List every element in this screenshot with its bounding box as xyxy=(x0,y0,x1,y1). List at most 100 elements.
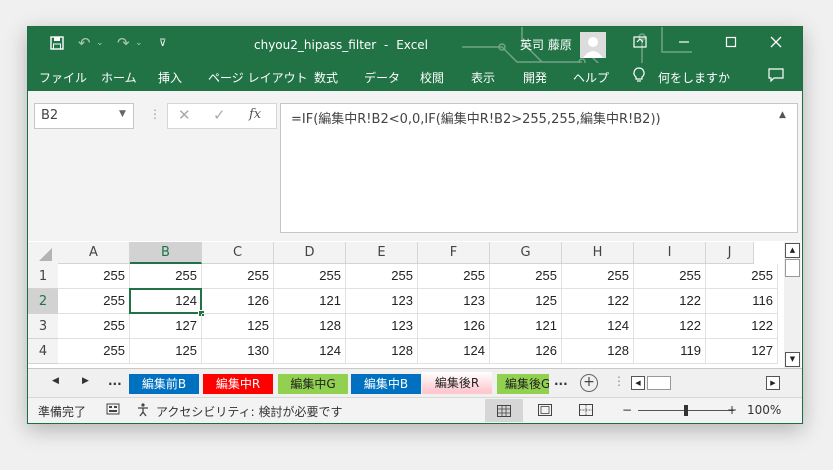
column-header-j[interactable]: J xyxy=(706,242,754,264)
page-break-preview-icon[interactable] xyxy=(579,404,593,419)
view-normal-button[interactable] xyxy=(485,399,523,422)
tab-review[interactable]: 校閲 xyxy=(420,69,444,86)
column-header-i[interactable]: I xyxy=(634,242,706,264)
tab-view[interactable]: 表示 xyxy=(471,69,495,86)
sheet-tab-3[interactable]: 編集中G xyxy=(278,374,348,394)
page-layout-view-icon[interactable] xyxy=(538,404,552,419)
column-header-f[interactable]: F xyxy=(418,242,490,264)
cell-f1[interactable]: 255 xyxy=(418,264,490,289)
accessibility-icon[interactable] xyxy=(136,402,152,421)
zoom-level[interactable]: 100% xyxy=(747,403,781,417)
name-box[interactable]: B2 ▼ xyxy=(34,103,134,129)
column-header-a[interactable]: A xyxy=(58,242,130,264)
cell-j1[interactable]: 255 xyxy=(706,264,778,289)
cell-b4[interactable]: 125 xyxy=(130,339,202,364)
scroll-down-icon[interactable]: ▼ xyxy=(785,352,800,367)
cell-i4[interactable]: 119 xyxy=(634,339,706,364)
zoom-slider[interactable] xyxy=(638,405,734,416)
column-header-e[interactable]: E xyxy=(346,242,418,264)
cell-a3[interactable]: 255 xyxy=(58,314,130,339)
cell-f2[interactable]: 123 xyxy=(418,289,490,314)
sheet-tab-6[interactable]: 編集後G xyxy=(497,374,549,394)
column-header-d[interactable]: D xyxy=(274,242,346,264)
column-header-g[interactable]: G xyxy=(490,242,562,264)
horizontal-scrollbar[interactable]: ◀ ▶ xyxy=(631,376,780,390)
redo-dropdown-icon[interactable]: ⌄ xyxy=(135,35,143,51)
row-header-4[interactable]: 4 xyxy=(28,339,58,364)
user-name[interactable]: 英司 藤原 xyxy=(520,37,572,53)
redo-icon[interactable]: ↷ xyxy=(117,35,130,51)
close-icon[interactable] xyxy=(770,36,782,52)
cell-e1[interactable]: 255 xyxy=(346,264,418,289)
tab-file[interactable]: ファイル xyxy=(39,69,87,86)
formula-collapse-icon[interactable]: ▲ xyxy=(779,110,786,120)
save-icon[interactable] xyxy=(50,36,64,54)
row-header-2[interactable]: 2 xyxy=(28,289,58,314)
formula-input[interactable]: =IF(編集中R!B2<0,0,IF(編集中R!B2>255,255,編集中R!… xyxy=(280,103,798,233)
macro-record-icon[interactable] xyxy=(106,402,120,419)
cell-e2[interactable]: 123 xyxy=(346,289,418,314)
tab-insert[interactable]: 挿入 xyxy=(158,69,182,86)
scroll-thumb[interactable] xyxy=(785,259,800,277)
new-sheet-button[interactable]: + xyxy=(580,374,598,392)
cell-j4[interactable]: 127 xyxy=(706,339,778,364)
cell-c3[interactable]: 125 xyxy=(202,314,274,339)
row-header-3[interactable]: 3 xyxy=(28,314,58,339)
sheet-tab-4[interactable]: 編集中B xyxy=(351,374,421,394)
more-sheets-left-button[interactable]: ... xyxy=(108,374,122,388)
cancel-icon[interactable]: ✕ xyxy=(178,106,191,124)
name-box-dropdown-icon[interactable]: ▼ xyxy=(119,109,126,119)
cell-i2[interactable]: 122 xyxy=(634,289,706,314)
tab-page-layout[interactable]: ページ レイアウト xyxy=(208,69,308,86)
column-header-h[interactable]: H xyxy=(562,242,634,264)
cell-h2[interactable]: 122 xyxy=(562,289,634,314)
scroll-tabs-left-icon[interactable]: ◀ xyxy=(52,376,59,386)
cell-f4[interactable]: 124 xyxy=(418,339,490,364)
customize-toolbar-icon[interactable]: ⊽ xyxy=(159,36,166,52)
vertical-scrollbar[interactable]: ▲ ▼ xyxy=(784,242,801,368)
sheet-tab-5[interactable]: 編集後R xyxy=(422,372,492,394)
formula-bar-grip-icon[interactable]: ⋮ xyxy=(149,107,161,121)
accessibility-status[interactable]: アクセシビリティ: 検討が必要です xyxy=(156,403,343,420)
hscroll-thumb[interactable] xyxy=(647,376,671,390)
cell-i1[interactable]: 255 xyxy=(634,264,706,289)
insert-function-icon[interactable]: fx xyxy=(249,107,261,122)
ribbon-display-options-icon[interactable] xyxy=(633,36,647,52)
cell-h1[interactable]: 255 xyxy=(562,264,634,289)
cell-a2[interactable]: 255 xyxy=(58,289,130,314)
cell-a4[interactable]: 255 xyxy=(58,339,130,364)
cell-h4[interactable]: 128 xyxy=(562,339,634,364)
cell-j3[interactable]: 122 xyxy=(706,314,778,339)
more-sheets-right-button[interactable]: ... xyxy=(554,374,568,388)
cell-b1[interactable]: 255 xyxy=(130,264,202,289)
sheet-tab-1[interactable]: 編集前B xyxy=(129,374,199,394)
cell-h3[interactable]: 124 xyxy=(562,314,634,339)
cell-f3[interactable]: 126 xyxy=(418,314,490,339)
cell-c1[interactable]: 255 xyxy=(202,264,274,289)
lightbulb-icon[interactable] xyxy=(633,67,645,86)
tab-formulas[interactable]: 数式 xyxy=(314,69,338,86)
tab-developer[interactable]: 開発 xyxy=(523,69,547,86)
scroll-tabs-right-icon[interactable]: ▶ xyxy=(82,376,89,386)
hscroll-left-icon[interactable]: ◀ xyxy=(631,376,645,390)
cell-c2[interactable]: 126 xyxy=(202,289,274,314)
row-header-1[interactable]: 1 xyxy=(28,264,58,289)
cell-b2[interactable]: 124 xyxy=(129,288,202,314)
tab-help[interactable]: ヘルプ xyxy=(573,69,609,86)
undo-dropdown-icon[interactable]: ⌄ xyxy=(96,35,104,51)
column-header-c[interactable]: C xyxy=(202,242,274,264)
spreadsheet-grid[interactable]: ▲ ▼ A B C D E F G H I J 1 255 255 255 255 255 255 255 255 2… xyxy=(28,242,802,368)
scroll-up-icon[interactable]: ▲ xyxy=(785,243,800,258)
tab-home[interactable]: ホーム xyxy=(101,69,137,86)
zoom-slider-thumb[interactable] xyxy=(684,405,688,416)
undo-icon[interactable]: ↶ xyxy=(78,35,91,51)
cell-d2[interactable]: 121 xyxy=(274,289,346,314)
minimize-icon[interactable] xyxy=(678,36,690,52)
cell-g3[interactable]: 121 xyxy=(490,314,562,339)
column-header-b[interactable]: B xyxy=(130,242,202,264)
cell-i3[interactable]: 122 xyxy=(634,314,706,339)
cell-a1[interactable]: 255 xyxy=(58,264,130,289)
cell-d1[interactable]: 255 xyxy=(274,264,346,289)
cell-b3[interactable]: 127 xyxy=(130,314,202,339)
cell-g2[interactable]: 125 xyxy=(490,289,562,314)
